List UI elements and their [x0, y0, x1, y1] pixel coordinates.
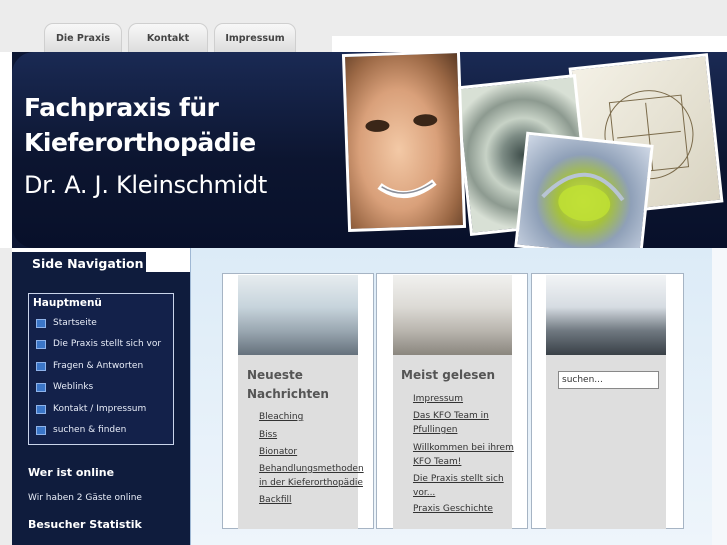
news-link-behandlungsmethoden-2[interactable]: in der Kieferorthopädie — [259, 476, 363, 490]
xray-machine-photo — [393, 275, 512, 355]
content-edge — [712, 248, 727, 545]
title-line-2: Kieferorthopädie — [24, 128, 256, 157]
image-icon — [36, 425, 46, 435]
main-menu-title: Hauptmenü — [33, 297, 102, 309]
retainer-photo — [514, 131, 654, 248]
news-link-behandlungsmethoden[interactable]: Behandlungsmethoden — [259, 462, 364, 476]
site-title: Fachpraxis für Kieferorthopädie Dr. A. J… — [24, 90, 267, 203]
news-link-biss[interactable]: Biss — [259, 428, 277, 442]
site-header: Fachpraxis für Kieferorthopädie Dr. A. J… — [0, 52, 727, 248]
popular-link-impressum[interactable]: Impressum — [413, 392, 463, 406]
menu-item-startseite[interactable]: Startseite — [36, 318, 97, 328]
title-line-3: Dr. A. J. Kleinschmidt — [24, 171, 268, 199]
popular-link-praxis-stellt-2[interactable]: vor... — [413, 486, 435, 500]
side-navigation-tab: Side Navigation — [12, 252, 146, 274]
menu-item-label: Weblinks — [53, 382, 94, 392]
popular-link-praxis-stellt[interactable]: Die Praxis stellt sich — [413, 472, 504, 486]
dental-chair-photo — [546, 275, 666, 355]
popular-heading: Meist gelesen — [401, 368, 496, 382]
menu-item-die-praxis[interactable]: Die Praxis stellt sich vor — [36, 339, 161, 349]
treatment-room-photo — [238, 275, 358, 355]
popular-link-willkommen[interactable]: Willkommen bei ihrem — [413, 441, 514, 455]
news-link-backfill[interactable]: Backfill — [259, 493, 292, 507]
menu-item-label: suchen & finden — [53, 425, 127, 435]
menu-item-label: Kontakt / Impressum — [53, 404, 147, 414]
visitor-stats-title: Besucher Statistik — [28, 518, 142, 531]
tab-impressum[interactable]: Impressum — [214, 23, 296, 53]
top-strip — [332, 36, 727, 52]
image-icon — [36, 318, 46, 328]
search-input[interactable] — [558, 371, 659, 389]
tab-kontakt[interactable]: Kontakt — [128, 23, 208, 53]
news-heading: Neueste Nachrichten — [247, 366, 329, 404]
child-braces-photo — [341, 52, 467, 233]
header-edge — [0, 52, 12, 248]
news-heading-line-2: Nachrichten — [247, 387, 329, 401]
top-navigation: Die Praxis Kontakt Impressum — [44, 23, 296, 53]
news-link-bleaching[interactable]: Bleaching — [259, 410, 303, 424]
news-link-bionator[interactable]: Bionator — [259, 445, 297, 459]
menu-item-label: Die Praxis stellt sich vor — [53, 339, 162, 349]
who-is-online-title: Wer ist online — [28, 466, 115, 479]
popular-link-geschichte[interactable]: Praxis Geschichte — [413, 502, 493, 516]
image-icon — [36, 361, 46, 371]
menu-item-label: Fragen & Antworten — [53, 361, 144, 371]
menu-item-suchen[interactable]: suchen & finden — [36, 425, 126, 435]
menu-item-label: Startseite — [53, 318, 97, 328]
popular-link-willkommen-2[interactable]: KFO Team! — [413, 455, 461, 469]
tab-die-praxis[interactable]: Die Praxis — [44, 23, 122, 53]
image-icon — [36, 382, 46, 392]
title-line-1: Fachpraxis für — [24, 93, 219, 122]
popular-link-kfo-team[interactable]: Das KFO Team in — [413, 409, 489, 423]
who-is-online-text: Wir haben 2 Gäste online — [28, 493, 142, 503]
popular-link-kfo-team-2[interactable]: Pfullingen — [413, 423, 457, 437]
menu-item-weblinks[interactable]: Weblinks — [36, 382, 93, 392]
news-heading-line-1: Neueste — [247, 368, 303, 382]
menu-item-kontakt[interactable]: Kontakt / Impressum — [36, 404, 146, 414]
document-icon — [36, 404, 46, 414]
document-icon — [36, 339, 46, 349]
menu-item-fragen[interactable]: Fragen & Antworten — [36, 361, 143, 371]
